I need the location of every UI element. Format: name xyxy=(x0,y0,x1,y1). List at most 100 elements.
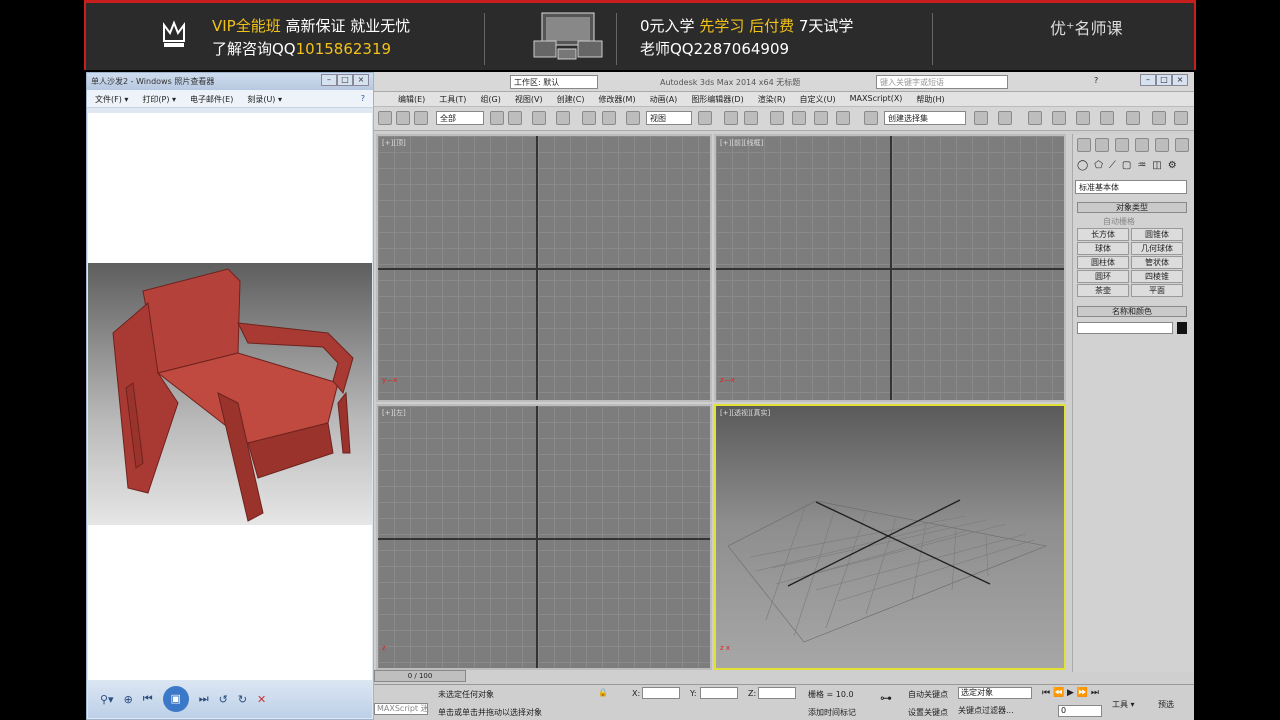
rollout-object-type[interactable]: 对象类型 xyxy=(1077,202,1187,213)
sphere-button[interactable]: 球体 xyxy=(1077,242,1129,255)
help-icon[interactable]: ? xyxy=(1094,76,1098,85)
percent-snap-icon[interactable] xyxy=(814,111,828,125)
menu-group[interactable]: 组(G) xyxy=(480,94,500,104)
z-coord-field[interactable] xyxy=(758,687,796,699)
snap-icon[interactable] xyxy=(770,111,784,125)
key-mode-dropdown[interactable]: 选定对象 xyxy=(958,687,1032,699)
menu-views[interactable]: 视图(V) xyxy=(515,94,543,104)
zoom-icon[interactable]: ⚲▾ xyxy=(100,693,114,706)
object-color-swatch[interactable] xyxy=(1177,322,1187,334)
max-close-button[interactable]: × xyxy=(1172,74,1188,86)
menu-graph-editors[interactable]: 图形编辑器(D) xyxy=(691,94,743,104)
modify-tab-icon[interactable] xyxy=(1095,138,1109,152)
auto-key-button[interactable]: 自动关键点 xyxy=(908,689,948,700)
tube-button[interactable]: 管状体 xyxy=(1131,256,1183,269)
lock-icon[interactable]: 🔒 xyxy=(598,688,608,697)
motion-tab-icon[interactable] xyxy=(1135,138,1149,152)
curve-editor-icon[interactable] xyxy=(1076,111,1090,125)
previous-icon[interactable]: ⏮ xyxy=(143,692,153,706)
category-dropdown[interactable]: 标准基本体 xyxy=(1075,180,1187,194)
menu-tools[interactable]: 工具(T) xyxy=(439,94,466,104)
keyboard-shortcut-icon[interactable] xyxy=(744,111,758,125)
menu-create[interactable]: 创建(C) xyxy=(557,94,585,104)
spinner-snap-icon[interactable] xyxy=(836,111,850,125)
viewport-label[interactable]: [+][左] xyxy=(382,408,406,418)
preview-button[interactable]: 预选 xyxy=(1158,699,1174,710)
move-icon[interactable] xyxy=(582,111,596,125)
pivot-icon[interactable] xyxy=(698,111,712,125)
unlink-icon[interactable] xyxy=(396,111,410,125)
help-icon[interactable]: ? xyxy=(361,94,365,103)
viewport-label[interactable]: [+][前][线框] xyxy=(720,138,763,148)
rotate-icon[interactable] xyxy=(602,111,616,125)
current-frame-field[interactable]: 0 xyxy=(1058,705,1102,717)
box-button[interactable]: 长方体 xyxy=(1077,228,1129,241)
render-setup-icon[interactable] xyxy=(1152,111,1166,125)
link-icon[interactable] xyxy=(378,111,392,125)
geosphere-button[interactable]: 几何球体 xyxy=(1131,242,1183,255)
teapot-button[interactable]: 茶壶 xyxy=(1077,284,1129,297)
rollout-name-color[interactable]: 名称和颜色 xyxy=(1077,306,1187,317)
mirror-icon[interactable] xyxy=(974,111,988,125)
search-input[interactable]: 键入关键字或短语 xyxy=(876,75,1008,89)
window-crossing-icon[interactable] xyxy=(556,111,570,125)
autogrid-checkbox[interactable]: 自动栅格 xyxy=(1103,216,1135,227)
viewport-left[interactable]: [+][左] z xyxy=(376,404,712,670)
named-selection-dropdown[interactable]: 创建选择集 xyxy=(884,111,966,125)
fit-icon[interactable]: ⊕ xyxy=(124,693,133,706)
edit-named-selection-icon[interactable] xyxy=(864,111,878,125)
x-coord-field[interactable] xyxy=(642,687,680,699)
cone-button[interactable]: 圆锥体 xyxy=(1131,228,1183,241)
tools-menu[interactable]: 工具 ▾ xyxy=(1112,699,1135,710)
graphite-icon[interactable] xyxy=(1052,111,1066,125)
maximize-button[interactable]: □ xyxy=(337,74,353,86)
key-filters-button[interactable]: 关键点过滤器... xyxy=(958,705,1014,716)
object-name-field[interactable] xyxy=(1077,322,1173,334)
menu-burn[interactable]: 刻录(U) ▾ xyxy=(247,94,282,104)
pyramid-button[interactable]: 四棱锥 xyxy=(1131,270,1183,283)
menu-email[interactable]: 电子邮件(E) xyxy=(190,94,233,104)
material-editor-icon[interactable] xyxy=(1126,111,1140,125)
menu-rendering[interactable]: 渲染(R) xyxy=(758,94,786,104)
viewport-top[interactable]: [+][顶] y—x xyxy=(376,134,712,402)
scale-icon[interactable] xyxy=(626,111,640,125)
layer-icon[interactable] xyxy=(1028,111,1042,125)
category-icons[interactable]: ◯⬠⟋▢♒◫⚙ xyxy=(1077,160,1183,171)
manipulate-icon[interactable] xyxy=(724,111,738,125)
hierarchy-tab-icon[interactable] xyxy=(1115,138,1129,152)
region-select-icon[interactable] xyxy=(532,111,546,125)
key-icon[interactable]: ⊶ xyxy=(880,691,892,705)
time-slider[interactable]: 0 / 100 xyxy=(374,670,466,682)
maxscript-listener[interactable]: MAXScript 迷 xyxy=(374,703,429,715)
y-coord-field[interactable] xyxy=(700,687,738,699)
menu-file[interactable]: 文件(F) ▾ xyxy=(95,94,128,104)
align-icon[interactable] xyxy=(998,111,1012,125)
rotate-right-icon[interactable]: ↻ xyxy=(238,693,247,706)
menu-modifiers[interactable]: 修改器(M) xyxy=(598,94,635,104)
slideshow-icon[interactable]: ▣ xyxy=(162,686,189,712)
torus-button[interactable]: 圆环 xyxy=(1077,270,1129,283)
playback-controls[interactable]: ⏮ ⏪ ▶ ⏩ ⏭ xyxy=(1042,688,1099,698)
bind-icon[interactable] xyxy=(414,111,428,125)
max-minimize-button[interactable]: – xyxy=(1140,74,1156,86)
angle-snap-icon[interactable] xyxy=(792,111,806,125)
menu-print[interactable]: 打印(P) ▾ xyxy=(142,94,176,104)
menu-edit[interactable]: 编辑(E) xyxy=(398,94,425,104)
create-tab-icon[interactable] xyxy=(1077,138,1091,152)
add-time-tag[interactable]: 添加时间标记 xyxy=(808,707,856,718)
menu-customize[interactable]: 自定义(U) xyxy=(800,94,836,104)
delete-icon[interactable]: ✕ xyxy=(257,693,266,706)
plane-button[interactable]: 平面 xyxy=(1131,284,1183,297)
select-object-icon[interactable] xyxy=(490,111,504,125)
reference-coord-dropdown[interactable]: 视图 xyxy=(646,111,692,125)
menu-help[interactable]: 帮助(H) xyxy=(916,94,944,104)
close-button[interactable]: × xyxy=(353,74,369,86)
selection-filter-dropdown[interactable]: 全部 xyxy=(436,111,484,125)
viewport-front[interactable]: [+][前][线框] z—x xyxy=(714,134,1066,402)
utilities-tab-icon[interactable] xyxy=(1175,138,1189,152)
rotate-left-icon[interactable]: ↺ xyxy=(219,693,228,706)
next-icon[interactable]: ⏭ xyxy=(199,692,209,706)
menu-maxscript[interactable]: MAXScript(X) xyxy=(850,94,903,104)
render-icon[interactable] xyxy=(1174,111,1188,125)
viewport-perspective[interactable]: [+][透视][真实] z x xyxy=(714,404,1066,670)
